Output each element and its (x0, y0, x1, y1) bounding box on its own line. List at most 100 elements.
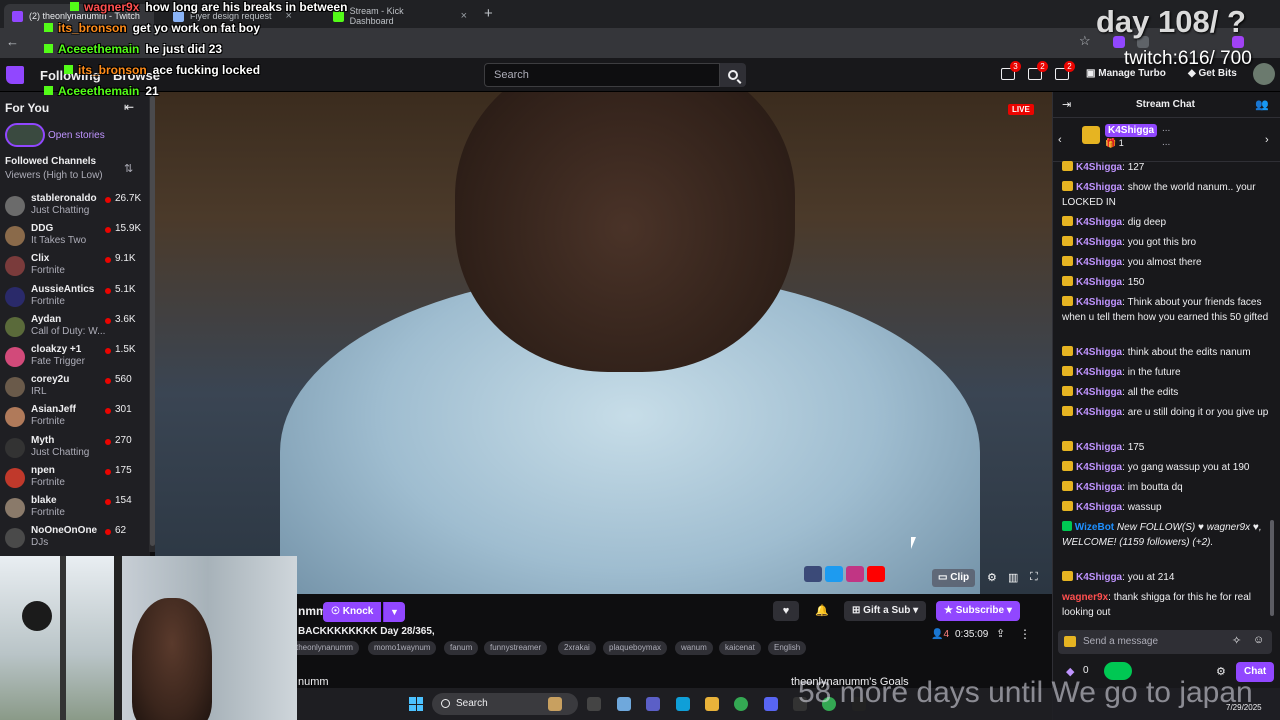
teams-icon[interactable] (646, 697, 660, 711)
share-icon[interactable]: ⇪ (996, 627, 1005, 640)
stream-tag[interactable]: English (768, 641, 807, 655)
twitch-count-overlay: twitch:616/ 700 (1124, 48, 1252, 69)
knock-dropdown-icon[interactable]: ▼ (383, 602, 405, 622)
chat-username[interactable]: K4Shigga (1076, 482, 1122, 493)
user-avatar[interactable] (1253, 63, 1275, 85)
chat-username[interactable]: K4Shigga (1076, 367, 1122, 378)
sidebar-channel[interactable]: DDG It Takes Two 15.9K (0, 222, 150, 252)
close-icon[interactable]: × (461, 10, 467, 22)
stream-tag[interactable]: fanum (444, 641, 479, 655)
chat-username[interactable]: K4Shigga (1076, 257, 1122, 268)
discord-icon[interactable] (764, 697, 778, 711)
chat-username[interactable]: K4Shigga (1076, 237, 1122, 248)
emote-icon[interactable]: ☺ (1253, 634, 1264, 646)
stream-tag[interactable]: wanum (675, 641, 713, 655)
copilot-icon[interactable] (617, 697, 631, 711)
chat-username[interactable]: K4Shigga (1076, 277, 1122, 288)
settings-gear-icon[interactable]: ⚙ (987, 571, 997, 584)
stream-tag[interactable]: plaqueboymax (603, 641, 668, 655)
chat-text: 150 (1127, 277, 1145, 288)
community-icon[interactable]: 👥 (1255, 98, 1269, 111)
chat-username[interactable]: K4Shigga (1076, 387, 1122, 398)
windows-start-icon[interactable] (409, 697, 423, 711)
sidebar-channel[interactable]: cloakzy +1 Fate Trigger 1.5K (0, 343, 150, 373)
edge-icon[interactable] (676, 697, 690, 711)
chat-username[interactable]: WizeBot (1075, 522, 1114, 533)
chat-username[interactable]: K4Shigga (1076, 502, 1122, 513)
channel-viewers: 560 (115, 374, 132, 386)
file-explorer-icon[interactable] (705, 697, 719, 711)
chat-scrollbar[interactable] (1270, 520, 1274, 616)
live-dot-icon (105, 378, 111, 385)
bits-icon[interactable]: ✧ (1232, 634, 1241, 647)
sidebar-channel[interactable]: Aydan Call of Duty: W... 3.6K (0, 313, 150, 343)
channel-game: Fortnite (31, 295, 65, 307)
sidebar-channel[interactable]: Clix Fortnite 9.1K (0, 252, 150, 282)
chat-text: wassup (1127, 502, 1162, 513)
sidebar-channel[interactable]: npen Fortnite 175 (0, 464, 150, 494)
chat-username[interactable]: K4Shigga (1076, 462, 1122, 473)
open-stories-link[interactable]: Open stories (48, 130, 105, 141)
sort-icon[interactable]: ⇅ (124, 162, 133, 175)
twitch-logo-icon[interactable] (6, 66, 24, 84)
chevron-right-icon[interactable]: › (1265, 134, 1269, 146)
clip-button[interactable]: ▭ Clip (932, 569, 976, 587)
collapse-sidebar-icon[interactable]: ⇤ (124, 100, 134, 114)
channel-name: Clix (31, 253, 50, 265)
bookmark-star-icon[interactable]: ☆ (1079, 33, 1091, 49)
fullscreen-icon[interactable]: ⛶ (1030, 571, 1038, 584)
chat-username[interactable]: K4Shigga (1076, 442, 1122, 453)
sidebar-channel[interactable]: NoOneOnOne DJs 62 (0, 524, 150, 554)
notification-bell-icon[interactable]: 🔔 (810, 601, 834, 621)
chat-username[interactable]: K4Shigga (1076, 217, 1122, 228)
gift-sub-button[interactable]: ⊞ Gift a Sub ▾ (844, 601, 927, 621)
chat-username[interactable]: wagner9x (1062, 592, 1108, 603)
tab-kick[interactable]: Stream - Kick Dashboard × (325, 4, 475, 28)
channel-avatar (5, 196, 25, 216)
followed-channels-heading: Followed Channels (5, 156, 97, 167)
knock-button[interactable]: ☉ Knock (323, 602, 382, 622)
video-player[interactable] (155, 92, 1052, 594)
live-dot-icon (105, 408, 111, 415)
task-view-icon[interactable] (587, 697, 601, 711)
channel-viewers: 175 (115, 464, 132, 476)
widgets-icon[interactable] (548, 697, 562, 711)
chat-username[interactable]: K4Shigga (1076, 572, 1122, 583)
more-options-icon[interactable]: ⋮ (1019, 627, 1031, 641)
stories-avatars[interactable] (5, 123, 45, 147)
stream-tag[interactable]: funnystreamer (484, 641, 548, 655)
chat-username[interactable]: K4Shigga (1076, 182, 1122, 193)
gift-icon[interactable] (1064, 636, 1076, 647)
sidebar-channel[interactable]: stableronaldo Just Chatting 26.7K (0, 192, 150, 222)
search-input[interactable]: Search (484, 63, 720, 87)
chat-message: K4Shigga: in the future (1062, 365, 1272, 380)
follow-heart-button[interactable]: ♥ (773, 601, 799, 621)
stream-tag[interactable]: 2xrakai (558, 641, 596, 655)
chat-username[interactable]: K4Shigga (1076, 347, 1122, 358)
top-gifter-name[interactable]: K4Shigga (1105, 124, 1158, 137)
subscribe-button[interactable]: ★ Subscribe ▾ (936, 601, 1020, 621)
sidebar-channel[interactable]: Myth Just Chatting 270 (0, 434, 150, 464)
overlay-chat-user: Aceeethemain (58, 84, 140, 98)
collapse-chat-icon[interactable]: ⇥ (1062, 98, 1071, 111)
chrome-icon[interactable] (734, 697, 748, 711)
search-button[interactable] (720, 63, 746, 87)
chat-username[interactable]: K4Shigga (1076, 407, 1122, 418)
chat-username[interactable]: K4Shigga (1076, 297, 1122, 308)
sidebar-channel[interactable]: AsianJeff Fortnite 301 (0, 403, 150, 433)
channel-viewers: 270 (115, 434, 132, 446)
channel-name: cloakzy +1 (31, 344, 82, 355)
stream-tag[interactable]: momo1waynum (368, 641, 437, 655)
stream-tag[interactable]: kaicenat (719, 641, 761, 655)
chat-message: K4Shigga: 175 (1062, 440, 1272, 455)
chat-username[interactable]: K4Shigga (1076, 162, 1122, 173)
sidebar-channel[interactable]: blake Fortnite 154 (0, 494, 150, 524)
chat-text: dig deep (1127, 217, 1167, 228)
back-arrow-icon[interactable]: ← (6, 34, 19, 49)
theatre-mode-icon[interactable]: ▥ (1008, 571, 1018, 584)
stream-tag[interactable]: theonlynanumm (290, 641, 359, 655)
new-tab-icon[interactable]: + (484, 5, 493, 22)
sidebar-channel[interactable]: corey2u IRL 560 (0, 373, 150, 403)
chevron-left-icon[interactable]: ‹ (1058, 134, 1062, 146)
sidebar-channel[interactable]: AussieAntics Fortnite 5.1K (0, 283, 150, 313)
